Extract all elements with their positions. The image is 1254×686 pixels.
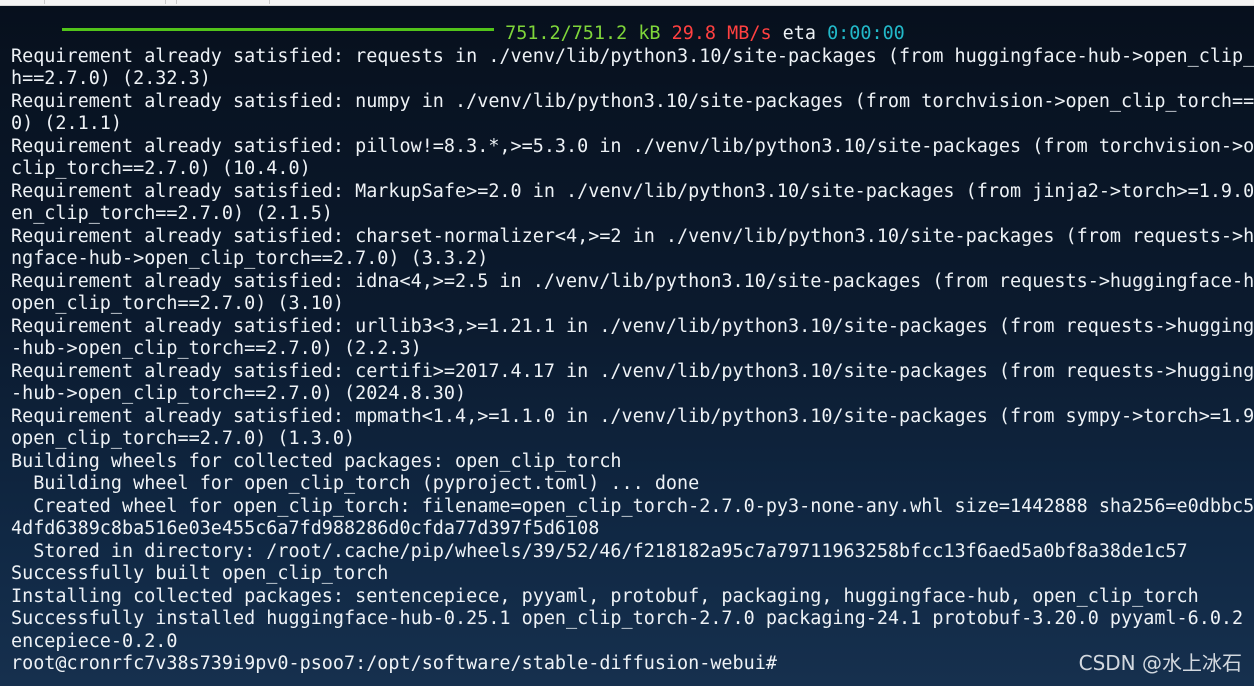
- output-line: 0) (2.1.1): [11, 113, 123, 134]
- output-line: 4dfd6389c8ba516e03e455c6a7fd988286d0cfda…: [11, 518, 600, 539]
- output-line: Created wheel for open_clip_torch: filen…: [11, 495, 1254, 517]
- output-line: Building wheels for collected packages: …: [11, 450, 622, 472]
- output-line: Successfully installed huggingface-hub-0…: [11, 608, 1254, 629]
- csdn-watermark: CSDN @水上冰石: [1078, 651, 1242, 675]
- output-line: h==2.7.0) (2.32.3): [11, 68, 211, 89]
- output-line: Requirement already satisfied: numpy in …: [11, 90, 1254, 112]
- output-line: Installing collected packages: sentencep…: [11, 585, 1199, 607]
- output-line: Requirement already satisfied: urllib3<3…: [11, 315, 1254, 337]
- output-line: Requirement already satisfied: pillow!=8…: [11, 135, 1254, 157]
- progress-speed-unit: MB/s: [727, 23, 772, 44]
- output-line: Requirement already satisfied: mpmath<1.…: [11, 405, 1254, 427]
- output-line: clip_torch==2.7.0) (10.4.0): [11, 158, 311, 179]
- output-line: -hub->open_clip_torch==2.7.0) (2024.8.30…: [11, 383, 467, 404]
- output-line: en_clip_torch==2.7.0) (2.1.5): [11, 203, 333, 224]
- output-line: -hub->open_clip_torch==2.7.0) (2.2.3): [11, 338, 422, 359]
- output-line: Successfully built open_clip_torch: [11, 563, 389, 584]
- output-line: Requirement already satisfied: requests …: [11, 45, 1254, 67]
- output-line: Requirement already satisfied: certifi>=…: [11, 360, 1254, 382]
- progress-eta-label: eta: [782, 23, 816, 44]
- output-line: Building wheel for open_clip_torch (pypr…: [11, 473, 700, 494]
- progress-size: 751.2/751.2 kB: [505, 23, 661, 44]
- terminal-window[interactable]: 751.2/751.2 kB 29.8 MB/s eta 0:00:00 Req…: [0, 6, 1254, 686]
- output-line: Stored in directory: /root/.cache/pip/wh…: [11, 540, 1188, 562]
- progress-speed: 29.8: [671, 23, 717, 44]
- shell-prompt[interactable]: root@cronrfc7v38s739i9pv0-psoo7:/opt/sof…: [11, 653, 1254, 676]
- tab-edge-left: [44, 0, 166, 4]
- download-progress-bar: [62, 27, 494, 31]
- output-line: open_clip_torch==2.7.0) (3.10): [11, 293, 345, 314]
- output-line: Requirement already satisfied: MarkupSaf…: [11, 180, 1254, 202]
- output-line: ngface-hub->open_clip_torch==2.7.0) (3.3…: [11, 248, 489, 269]
- output-line: encepiece-0.2.0: [11, 630, 178, 652]
- output-line: open_clip_torch==2.7.0) (1.3.0): [11, 428, 356, 449]
- progress-line: 751.2/751.2 kB 29.8 MB/s eta 0:00:00: [11, 23, 1254, 46]
- tab-edge-right: [176, 0, 270, 4]
- output-line: Requirement already satisfied: charset-n…: [11, 225, 1254, 247]
- output-line: Requirement already satisfied: idna<4,>=…: [11, 270, 1254, 292]
- progress-eta-value: 0:00:00: [827, 23, 905, 44]
